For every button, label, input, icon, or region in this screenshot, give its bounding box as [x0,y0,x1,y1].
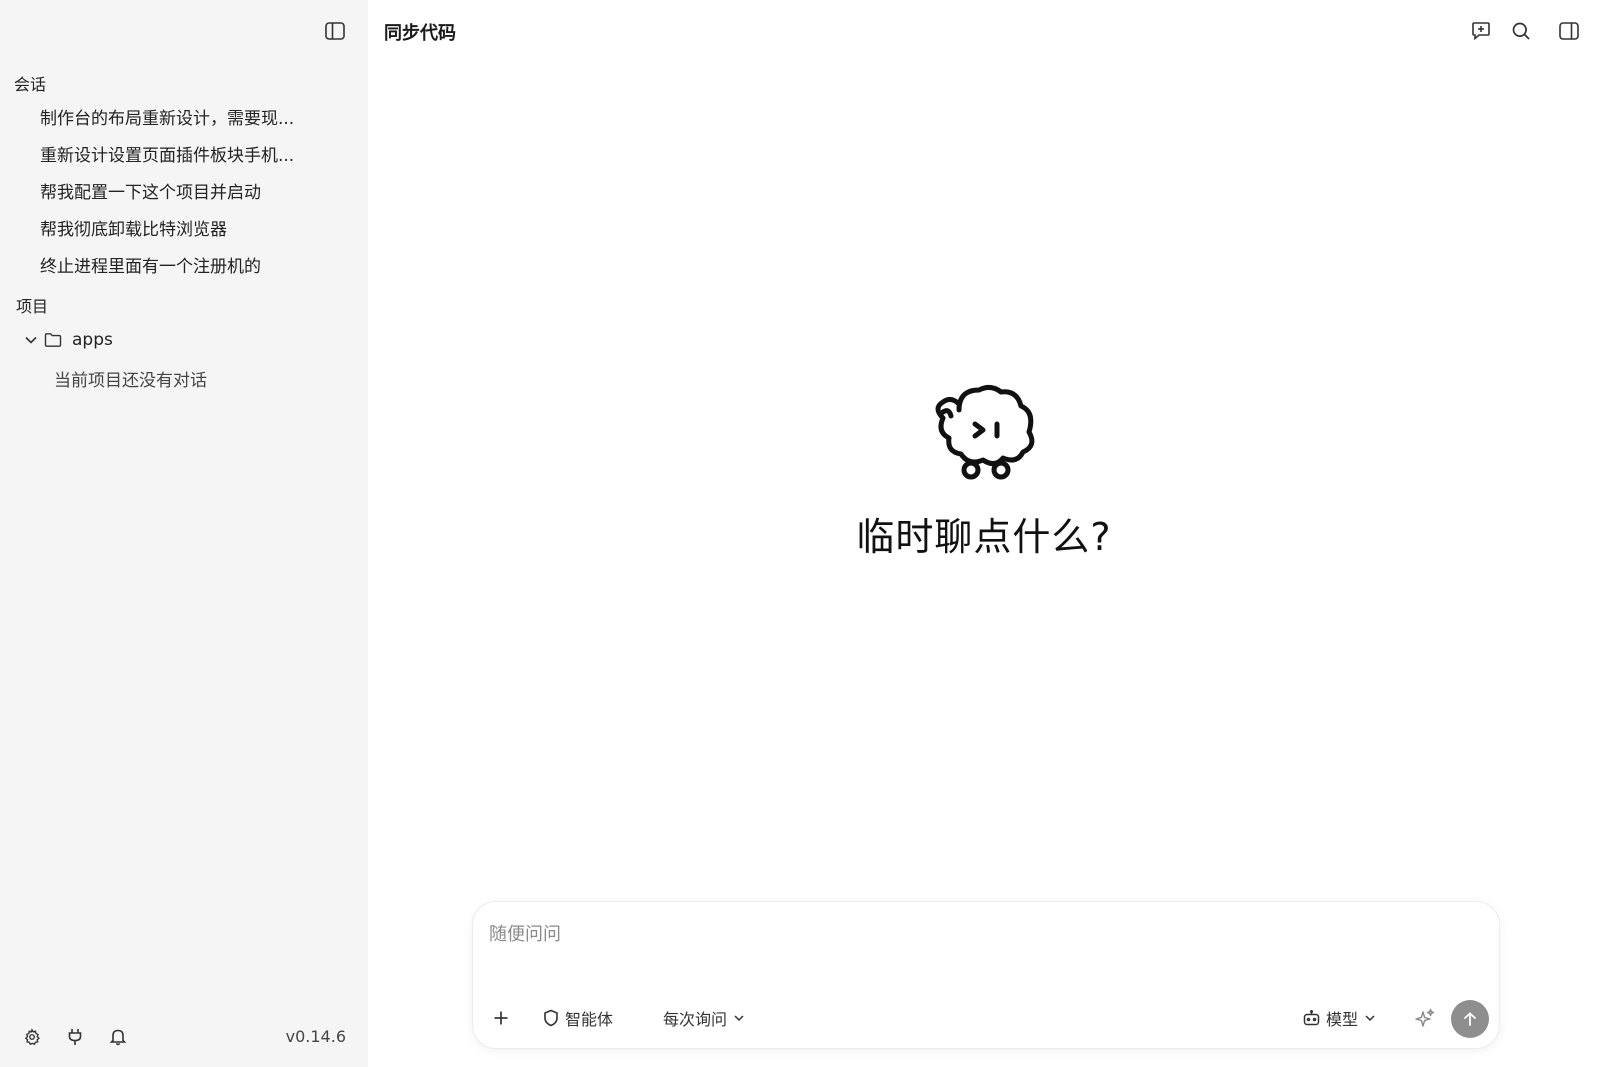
sparkle-icon [1415,1008,1435,1027]
main-panel: 同步代码 临时聊点什么? 随便问问 智能体 每次询问 模型 [368,0,1600,1067]
search-button[interactable] [1508,18,1534,44]
hero-title: 临时聊点什么? [856,515,1112,559]
project-empty-message: 当前项目还没有对话 [54,371,207,391]
model-label: 模型 [1326,1010,1359,1029]
bell-icon [110,1029,126,1046]
sidebar-header [0,0,368,62]
ask-mode-dropdown[interactable]: 每次询问 [663,1004,745,1032]
project-name: apps [72,330,113,350]
send-button[interactable] [1451,1000,1489,1038]
sidebar-panel-icon [325,22,345,40]
plus-icon [494,1011,508,1025]
app-root: 会话 制作台的布局重新设计，需要现... 重新设计设置页面插件板块手机... 帮… [0,0,1600,1067]
chat-input[interactable] [489,916,1479,952]
attach-button[interactable] [493,1004,509,1032]
app-version: v0.14.6 [285,1027,346,1046]
chevron-down-icon[interactable] [24,333,38,347]
toggle-right-panel-button[interactable] [1556,18,1582,44]
page-title: 同步代码 [384,23,456,44]
chat-composer: 智能体 每次询问 模型 [472,901,1500,1049]
chevron-down-icon [1365,1015,1375,1022]
collapse-sidebar-button[interactable] [322,18,348,44]
settings-button[interactable] [20,1025,44,1049]
right-panel-icon [1559,22,1579,40]
plugins-button[interactable] [63,1025,87,1049]
plug-icon [68,1029,82,1045]
sidebar: 会话 制作台的布局重新设计，需要现... 重新设计设置页面插件板块手机... 帮… [0,0,368,1067]
enhance-prompt-button[interactable] [1415,1004,1435,1032]
conversation-item[interactable]: 帮我彻底卸载比特浏览器 [40,215,340,240]
conversation-item[interactable]: 制作台的布局重新设计，需要现... [40,104,340,129]
shield-icon [544,1009,558,1027]
chevron-down-icon [734,1015,744,1022]
conversation-item[interactable]: 帮我配置一下这个项目并启动 [40,178,340,203]
agent-selector[interactable]: 智能体 [543,1004,613,1032]
projects-section-label: 项目 [16,297,49,316]
agent-label: 智能体 [565,1010,614,1029]
folder-icon [44,333,62,347]
sidebar-footer: v0.14.6 [0,1005,368,1067]
project-folder-apps[interactable]: apps [24,328,113,352]
new-chat-button[interactable] [1468,18,1494,44]
conversations-section-label: 会话 [14,75,47,94]
notifications-button[interactable] [106,1025,130,1049]
new-message-icon [1472,22,1490,41]
ask-mode-label: 每次询问 [663,1010,728,1029]
arrow-up-icon [1464,1012,1476,1026]
conversation-item[interactable]: 终止进程里面有一个注册机的 [40,252,340,277]
search-icon [1512,22,1530,40]
conversation-item[interactable]: 重新设计设置页面插件板块手机... [40,141,340,166]
model-selector[interactable]: 模型 [1303,1004,1376,1032]
robot-icon [1303,1010,1320,1026]
gear-icon [24,1028,40,1046]
mascot-icon [935,384,1035,480]
empty-state: 临时聊点什么? [368,382,1600,561]
